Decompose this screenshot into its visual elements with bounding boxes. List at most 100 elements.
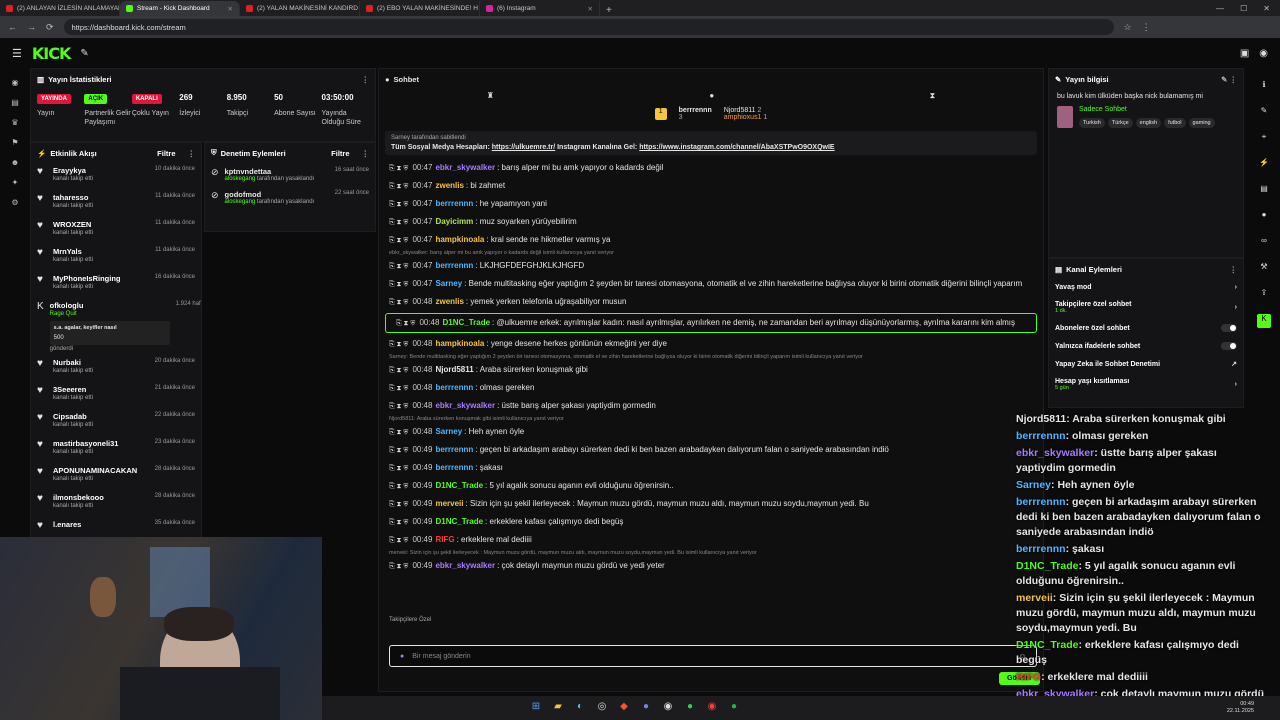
target-icon[interactable]: ⌖ <box>1257 132 1271 146</box>
chat-message[interactable]: ⎘ ⧗ ⛨ 00:49 berrrennn: geçen bi arkadaşım … <box>379 441 1043 459</box>
chevron-right-icon[interactable]: › <box>1235 284 1237 291</box>
chat-message[interactable]: ⎘ ⧗ ⛨ 00:47 ebkr_skywalker: barış alper mi… <box>379 159 1043 177</box>
link-icon[interactable]: ∞ <box>1257 236 1271 250</box>
activity-username[interactable]: Cipsadab <box>53 412 93 421</box>
activity-item[interactable]: ♥ ilmonsbekooo kanalı takip etti 28 dakika … <box>31 490 201 517</box>
more-icon[interactable]: ⋮ <box>362 149 370 158</box>
mod-username[interactable]: kptnvndettaa <box>225 167 315 176</box>
mod-username[interactable]: godofmod <box>225 190 315 199</box>
activity-username[interactable]: MrnYals <box>53 247 93 256</box>
message-actions-icon[interactable]: ⎘ ⧗ ⛨ <box>389 367 408 374</box>
mod-icon[interactable]: ⚑ <box>9 138 21 148</box>
tag[interactable]: futbol <box>1164 118 1186 128</box>
chat-message[interactable]: ⎘ ⧗ ⛨ 00:49 ebkr_skywalker: çok detaylı ma… <box>379 557 1043 575</box>
message-actions-icon[interactable]: ⎘ ⧗ ⛨ <box>389 447 408 454</box>
message-actions-icon[interactable]: ⎘ ⧗ ⛨ <box>389 501 408 508</box>
activity-item[interactable]: ♥ mastirbasyoneli31 kanalı takip etti 23 da… <box>31 436 201 463</box>
profile-icon[interactable]: ◉ <box>1259 48 1268 59</box>
back-icon[interactable]: ← <box>8 22 17 32</box>
mod-item[interactable]: ⊘ kptnvndettaa aloskegang tarafından yasak… <box>205 163 375 186</box>
activity-username[interactable]: Erayykya <box>53 166 93 175</box>
tool-icon[interactable]: ⚒ <box>1257 262 1271 276</box>
message-actions-icon[interactable]: ⎘ ⧗ ⛨ <box>389 563 408 570</box>
activity-username[interactable]: mastirbasyoneli31 <box>53 439 118 448</box>
toggle-switch[interactable] <box>1221 324 1237 332</box>
chat-username[interactable]: berrrennn <box>435 199 473 208</box>
clock[interactable]: 00:49 22.11.2025 <box>1227 701 1280 715</box>
chat-message[interactable]: ⎘ ⧗ ⛨ 00:48 hampkinoala: yenge desene herk… <box>379 335 1043 353</box>
activity-username[interactable]: l.enares <box>53 520 81 529</box>
activity-username[interactable]: Nurbaki <box>53 358 93 367</box>
browser-tab[interactable]: Stream - Kick Dashboard ✕ <box>120 1 240 16</box>
pin-icon[interactable]: ✎ <box>80 48 88 59</box>
more-icon[interactable]: ⋮ <box>1230 265 1238 274</box>
chat-username[interactable]: hampkinoala <box>435 235 484 244</box>
message-actions-icon[interactable]: ⎘ ⧗ ⛨ <box>389 537 408 544</box>
activity-item[interactable]: ♥ 3Seeeren kanalı takip etti 21 dakika önce <box>31 382 201 409</box>
activity-item[interactable]: ♥ APONUNAMINACAKAN kanalı takip etti 28 dak… <box>31 463 201 490</box>
chat-username[interactable]: berrrennn <box>435 383 473 392</box>
chat-username[interactable]: berrrennn <box>435 463 473 472</box>
chat-message[interactable]: ⎘ ⧗ ⛨ 00:49 berrrennn: şakası <box>379 459 1043 477</box>
activity-item[interactable]: ♥ Nurbaki kanalı takip etti 20 dakika önce <box>31 355 201 382</box>
tag[interactable]: Türkçe <box>1107 118 1133 128</box>
chat-username[interactable]: D1NC_Trade <box>435 481 483 490</box>
maximize-icon[interactable]: ☐ <box>1240 4 1247 13</box>
pinned-link-1[interactable]: https://ulkuemre.tr/ <box>492 144 555 151</box>
list-icon[interactable]: ▤ <box>1257 184 1271 198</box>
message-actions-icon[interactable]: ⎘ ⧗ ⛨ <box>389 237 408 244</box>
share-icon[interactable]: ⇪ <box>1257 288 1271 302</box>
chat-message[interactable]: ⎘ ⧗ ⛨ 00:49 D1NC_Trade: 5 yıl agalık sonuc… <box>379 477 1043 495</box>
activity-item[interactable]: ♥ MrnYals kanalı takip etti 11 dakika önce <box>31 244 201 271</box>
chat-input[interactable]: ● Bir mesaj gönderin ☺ <box>389 645 1037 667</box>
channel-option[interactable]: Yalnızca ifadelerle sohbet <box>1049 337 1243 355</box>
trophy-icon[interactable]: ♜ <box>487 91 494 101</box>
activity-username[interactable]: ofkologlu <box>50 301 170 310</box>
chat-username[interactable]: D1NC_Trade <box>442 318 490 327</box>
tag[interactable]: gaming <box>1188 118 1215 128</box>
message-actions-icon[interactable]: ⎘ ⧗ ⛨ <box>389 465 408 472</box>
pinned-link-2[interactable]: https://www.instagram.com/channel/AbaXST… <box>639 144 834 151</box>
obs-icon[interactable]: ◉ <box>704 701 720 715</box>
chat-username[interactable]: zwenlis <box>435 181 463 190</box>
message-actions-icon[interactable]: ⎘ ⧗ ⛨ <box>389 201 408 208</box>
chat-message[interactable]: ⎘ ⧗ ⛨ 00:48 D1NC_Trade: @ulkuemre erkek: a… <box>385 313 1037 333</box>
brave-icon[interactable]: ◆ <box>616 701 632 715</box>
layout-icon[interactable]: ▣ <box>1240 48 1249 59</box>
activity-username[interactable]: ilmonsbekooo <box>53 493 104 502</box>
chat-message[interactable]: ⎘ ⧗ ⛨ 00:47 berrrennn: LKJHGFDEFGHJKLKJHGF… <box>379 257 1043 275</box>
steam-icon[interactable]: ◎ <box>594 701 610 715</box>
channel-option[interactable]: Hesap yaşı kısıtlaması 5 gün › <box>1049 373 1243 396</box>
message-actions-icon[interactable]: ⎘ ⧗ ⛨ <box>389 281 408 288</box>
activity-item[interactable]: ♥ Erayykya kanalı takip etti 10 dakika önce <box>31 163 201 190</box>
message-icon[interactable]: ● <box>709 91 714 101</box>
whatsapp-icon[interactable]: ● <box>682 701 698 715</box>
chevron-right-icon[interactable]: › <box>1235 304 1237 311</box>
chat-message[interactable]: ⎘ ⧗ ⛨ 00:47 Sarney: Bende multitasking eğe… <box>379 275 1043 293</box>
tag[interactable]: english <box>1135 118 1162 128</box>
forward-icon[interactable]: → <box>27 22 36 32</box>
message-actions-icon[interactable]: ⎘ ⧗ ⛨ <box>389 519 408 526</box>
community-icon[interactable]: ✦ <box>9 178 21 188</box>
mod-by[interactable]: aloskegang <box>225 176 256 182</box>
message-actions-icon[interactable]: ⎘ ⧗ ⛨ <box>389 483 408 490</box>
activity-item[interactable]: ♥ taharesso kanalı takip etti 11 dakika önc… <box>31 190 201 217</box>
channel-option[interactable]: Yavaş mod › <box>1049 279 1243 296</box>
edit-icon[interactable]: ✎ ⋮ <box>1221 75 1237 84</box>
tab-close-icon[interactable]: ✕ <box>588 5 593 13</box>
channel-option[interactable]: Abonelere özel sohbet <box>1049 319 1243 337</box>
url-field[interactable]: https://dashboard.kick.com/stream <box>63 19 1114 35</box>
mod-filter-button[interactable]: Filtre <box>331 149 349 158</box>
chat-username[interactable]: Sarney <box>435 427 462 436</box>
message-actions-icon[interactable]: ⎘ ⧗ ⛨ <box>389 183 408 190</box>
message-actions-icon[interactable]: ⎘ ⧗ ⛨ <box>389 403 408 410</box>
tab-close-icon[interactable]: ✕ <box>228 5 233 13</box>
chat-message[interactable]: ⎘ ⧗ ⛨ 00:48 berrrennn: olması gereken <box>379 379 1043 397</box>
message-actions-icon[interactable]: ⎘ ⧗ ⛨ <box>389 219 408 226</box>
trophy-icon[interactable]: ♛ <box>9 118 21 128</box>
chat-username[interactable]: ebkr_skywalker <box>435 163 495 172</box>
activity-item[interactable]: ♥ MyPhoneIsRinging kanalı takip etti 16 dak… <box>31 271 201 298</box>
message-actions-icon[interactable]: ⎘ ⧗ ⛨ <box>396 320 415 327</box>
minimize-icon[interactable]: — <box>1216 4 1224 13</box>
extensions-icon[interactable]: ⋮ <box>1142 22 1151 33</box>
